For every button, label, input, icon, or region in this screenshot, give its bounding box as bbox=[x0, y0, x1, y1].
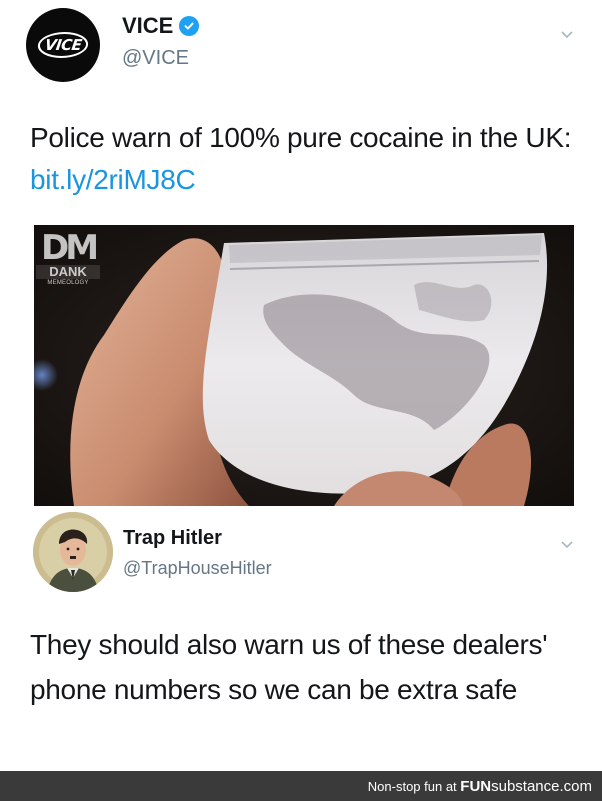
vice-avatar[interactable]: VICE bbox=[26, 8, 100, 82]
site-footer-bar: Non-stop fun at FUNsubstance.com bbox=[0, 771, 602, 801]
reply-text: They should also warn us of these dealer… bbox=[30, 629, 548, 705]
chevron-down-icon[interactable] bbox=[560, 27, 574, 41]
chevron-down-icon[interactable] bbox=[560, 537, 574, 551]
footer-brand-bold: FUN bbox=[460, 778, 492, 795]
cocaine-bag-photo bbox=[34, 225, 574, 506]
watermark-sub: MEMEOLOGY bbox=[47, 280, 89, 286]
verified-badge-icon bbox=[179, 16, 200, 36]
tweet-text: Police warn of 100% pure cocaine in the … bbox=[30, 117, 580, 201]
cartoon-portrait-image bbox=[33, 512, 113, 592]
reply-author-handle[interactable]: @TrapHouseHitler bbox=[123, 558, 272, 579]
footer-text[interactable]: Non-stop fun at FUNsubstance.com bbox=[368, 778, 592, 795]
tweet-text-body: Police warn of 100% pure cocaine in the … bbox=[30, 122, 572, 153]
author-name-row[interactable]: VICE bbox=[122, 13, 200, 39]
author-name[interactable]: VICE bbox=[122, 13, 173, 39]
tweet-link[interactable]: bit.ly/2riMJ8C bbox=[30, 164, 196, 195]
reply-author-name[interactable]: Trap Hitler bbox=[123, 527, 222, 550]
dank-memeology-watermark: DM DANK MEMEOLOGY bbox=[36, 231, 100, 287]
tweet-media-photo[interactable]: DM DANK MEMEOLOGY bbox=[34, 225, 574, 506]
footer-prefix: Non-stop fun at bbox=[367, 779, 461, 794]
vice-logo: VICE bbox=[35, 32, 91, 58]
author-handle[interactable]: @VICE bbox=[122, 47, 189, 70]
trap-hitler-avatar[interactable] bbox=[33, 512, 113, 592]
watermark-logo: DM bbox=[40, 228, 99, 268]
footer-brand-rest: substance.com bbox=[491, 778, 592, 795]
